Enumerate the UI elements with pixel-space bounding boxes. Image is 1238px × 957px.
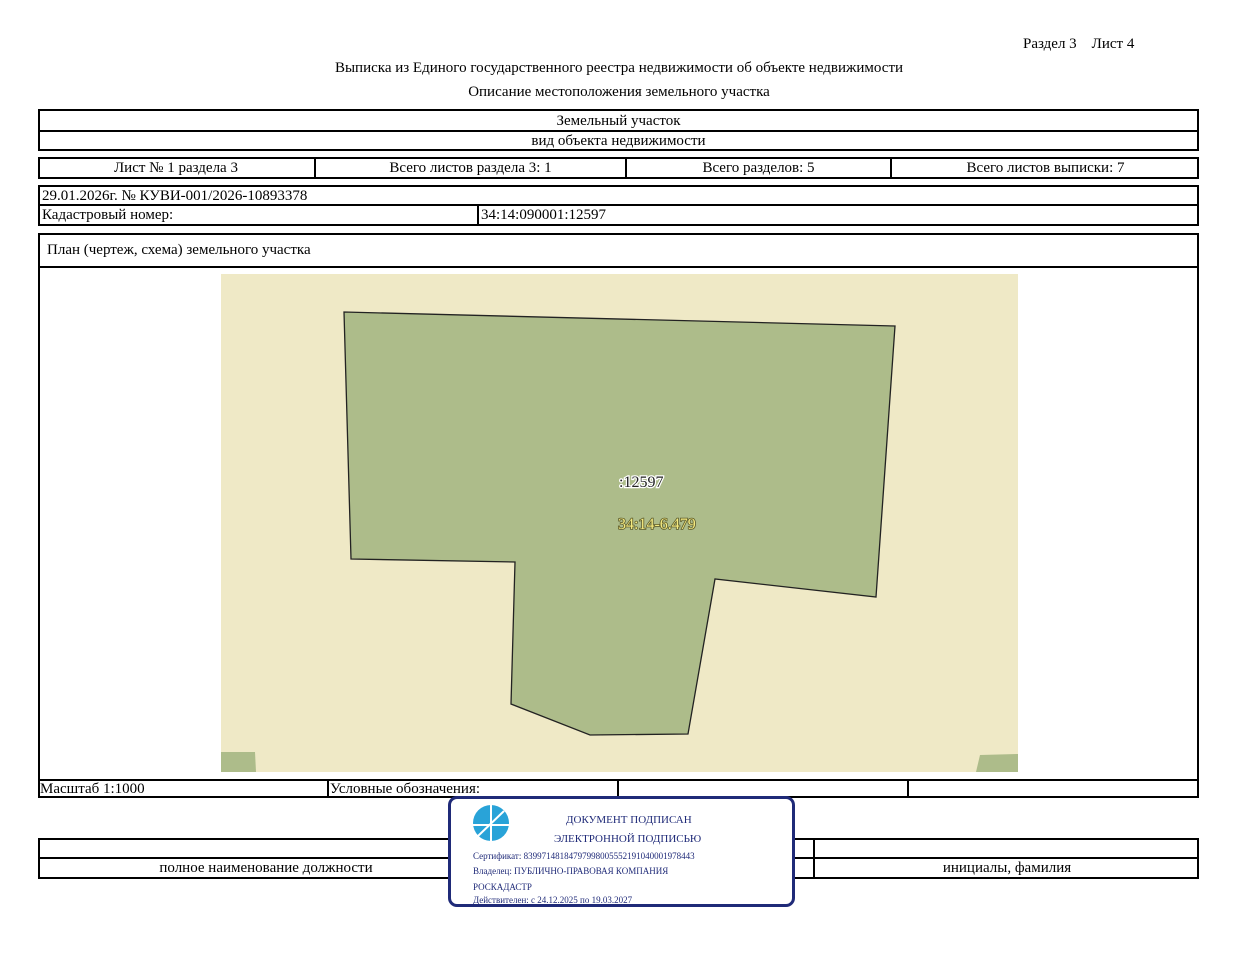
stamp-validity: Действителен: с 24.12.2025 по 19.03.2027 xyxy=(473,895,633,905)
section-sheet-label: Раздел 3 Лист 4 xyxy=(1023,36,1135,52)
neighbor-parcel-left xyxy=(221,752,256,772)
object-type-value: Земельный участок xyxy=(556,113,681,129)
record-date-number: 29.01.2026г. № КУВИ-001/2026-10893378 xyxy=(42,188,308,204)
parcel-number-label: :12597 xyxy=(619,474,663,491)
e-signature-stamp: ДОКУМЕНТ ПОДПИСАН ЭЛЕКТРОННОЙ ПОДПИСЬЮ С… xyxy=(448,796,795,907)
document-title: Выписка из Единого государственного реес… xyxy=(334,60,904,76)
stamp-line-1: ДОКУМЕНТ ПОДПИСАН xyxy=(566,814,692,826)
legend-divider-1 xyxy=(327,779,329,798)
scale-label: Масштаб 1:1000 xyxy=(40,781,145,797)
neighbor-parcel-right xyxy=(976,754,1018,772)
object-type-caption: вид объекта недвижимости xyxy=(531,133,706,149)
cadastral-divider xyxy=(477,204,479,226)
object-type-divider xyxy=(38,130,1199,132)
sheet-number: Лист № 1 раздела 3 xyxy=(114,160,238,176)
plan-title-divider xyxy=(38,266,1199,268)
stamp-certificate: Сертификат: 8399714818479799800555219104… xyxy=(473,851,695,861)
stamp-owner-line-1: Владелец: ПУБЛИЧНО-ПРАВОВАЯ КОМПАНИЯ xyxy=(473,866,669,876)
signature-emblem-icon xyxy=(473,805,509,841)
stamp-owner-line-2: РОСКАДАСТР xyxy=(473,882,532,892)
stamp-line-2: ЭЛЕКТРОННОЙ ПОДПИСЬЮ xyxy=(554,833,702,845)
total-extract-sheets: Всего листов выписки: 7 xyxy=(966,160,1125,176)
parcel-map: :12597 34:14-6.479 xyxy=(221,274,1018,772)
legend-divider-3 xyxy=(907,779,909,798)
cadastral-number-value: 34:14:090001:12597 xyxy=(481,207,607,223)
total-section-sheets: Всего листов раздела 3: 1 xyxy=(389,160,552,176)
record-divider xyxy=(38,204,1199,206)
parcel-map-svg: :12597 34:14-6.479 xyxy=(221,274,1018,772)
legend-label: Условные обозначения: xyxy=(330,781,481,797)
total-sections: Всего разделов: 5 xyxy=(702,160,815,176)
cadastral-number-label: Кадастровый номер: xyxy=(42,207,174,223)
cadastral-quarter-label: 34:14-6.479 xyxy=(618,516,696,533)
position-caption: полное наименование должности xyxy=(159,860,373,876)
plan-title: План (чертеж, схема) земельного участка xyxy=(47,242,311,258)
document-subtitle: Описание местоположения земельного участ… xyxy=(468,84,770,100)
name-caption: инициалы, фамилия xyxy=(942,860,1072,876)
